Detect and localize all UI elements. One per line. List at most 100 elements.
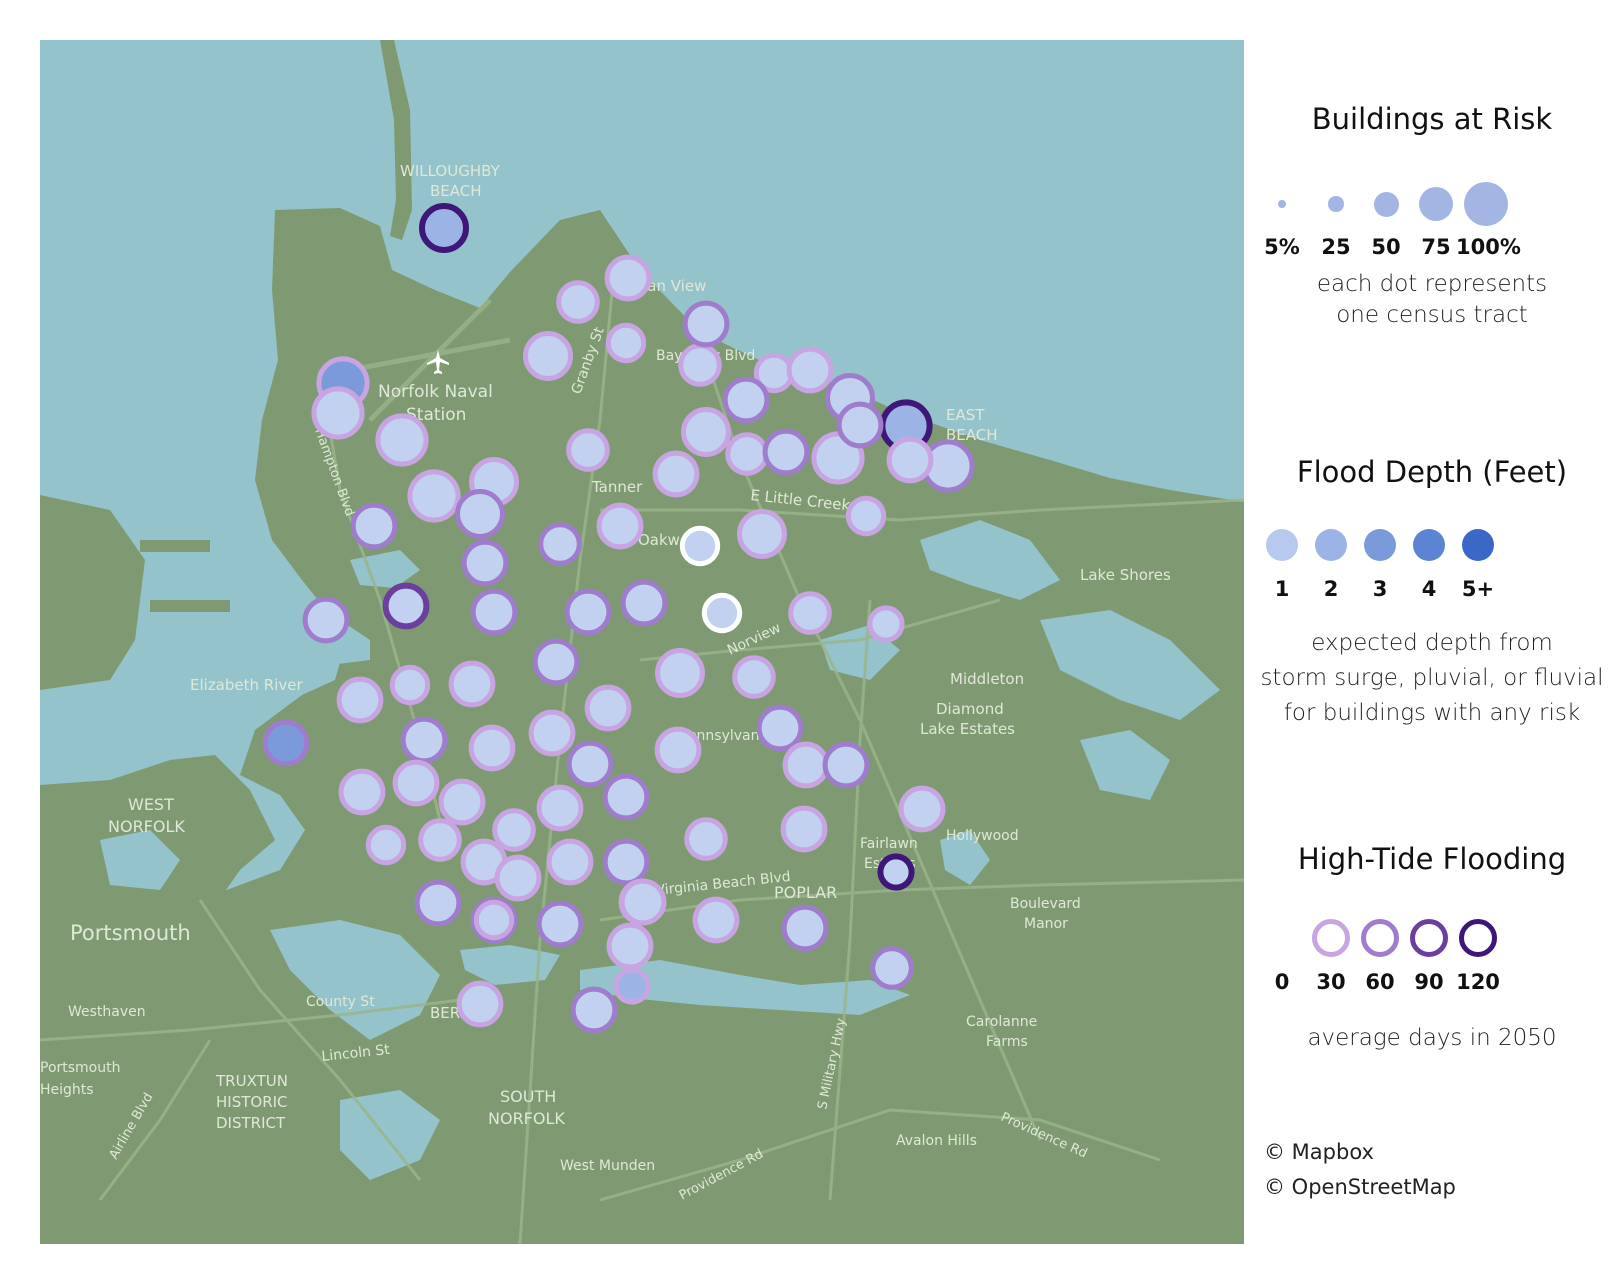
tract-dot[interactable] (692, 896, 740, 944)
tract-dot[interactable] (782, 741, 830, 789)
tract-dot[interactable] (389, 664, 431, 706)
tract-dot[interactable] (756, 704, 804, 752)
label-tanner: Tanner (591, 478, 643, 496)
tract-dot[interactable] (470, 588, 518, 636)
tract-dot[interactable] (455, 489, 505, 539)
tract-dot[interactable] (681, 407, 731, 457)
label-west-munden: West Munden (560, 1158, 655, 1174)
tract-dot[interactable] (414, 879, 462, 927)
tract-dot[interactable] (523, 331, 573, 381)
tract-dot[interactable] (652, 450, 700, 498)
tract-dot[interactable] (566, 740, 614, 788)
tract-dot[interactable] (781, 904, 829, 952)
tract-dot[interactable] (528, 709, 576, 757)
tract-dot[interactable] (538, 522, 582, 566)
tract-dot[interactable] (870, 946, 914, 990)
tract-dot[interactable] (701, 592, 743, 634)
buildings-legend-title: Buildings at Risk (1311, 102, 1553, 136)
tide-legend-ring (1263, 919, 1301, 957)
tract-dot[interactable] (532, 638, 580, 686)
depth-note-1: expected depth from (1311, 630, 1553, 656)
label-truxtun-2: HISTORIC (216, 1093, 288, 1111)
tract-dot[interactable] (786, 346, 834, 394)
tract-dot[interactable] (596, 502, 644, 550)
tract-dot[interactable] (473, 899, 515, 941)
tract-dot[interactable] (604, 254, 652, 302)
tract-dot[interactable] (602, 773, 650, 821)
tract-dot[interactable] (606, 922, 654, 970)
tract-dot[interactable] (536, 900, 584, 948)
tract-dot[interactable] (867, 605, 905, 643)
tract-dot[interactable] (392, 759, 440, 807)
tract-dot[interactable] (654, 726, 702, 774)
tract-dot[interactable] (822, 741, 870, 789)
osm-credit[interactable]: © OpenStreetMap (1264, 1175, 1456, 1199)
tract-dot[interactable] (375, 413, 429, 467)
tract-dot[interactable] (564, 588, 612, 636)
tract-dot[interactable] (678, 343, 722, 387)
label-portsmouth-heights-1: Portsmouth (40, 1060, 121, 1076)
tract-dot[interactable] (570, 986, 618, 1034)
tract-dot[interactable] (836, 401, 884, 449)
tract-dot[interactable] (400, 716, 448, 764)
tract-dot[interactable] (546, 838, 594, 886)
tract-dot[interactable] (556, 280, 600, 324)
tract-dot[interactable] (302, 596, 350, 644)
tract-dot[interactable] (311, 386, 365, 440)
tract-dot[interactable] (877, 853, 915, 891)
label-portsmouth-heights-2: Heights (40, 1082, 94, 1098)
tract-dot[interactable] (438, 778, 486, 826)
tract-dot[interactable] (613, 967, 651, 1005)
tract-dot[interactable] (780, 805, 828, 853)
tract-dot[interactable] (732, 655, 776, 699)
tract-dot[interactable] (456, 980, 504, 1028)
tract-dot[interactable] (407, 469, 461, 523)
tract-dot[interactable] (684, 817, 728, 861)
tract-dot[interactable] (262, 719, 310, 767)
tract-dot[interactable] (350, 502, 398, 550)
label-westhaven: Westhaven (68, 1004, 146, 1020)
tract-dot[interactable] (336, 676, 384, 724)
label-naval-1: Norfolk Naval (378, 382, 493, 402)
tract-dot[interactable] (682, 300, 730, 348)
size-legend-label: 5% (1264, 235, 1300, 259)
map-canvas[interactable]: WILLOUGHBYBEACHOcean ViewGranby StBay Vi… (40, 40, 1244, 1244)
buildings-note-2: one census tract (1336, 302, 1528, 328)
label-truxtun-1: TRUXTUN (215, 1072, 288, 1090)
depth-legend-dot (1364, 529, 1396, 561)
tract-dot[interactable] (722, 376, 770, 424)
mapbox-credit[interactable]: © Mapbox (1264, 1140, 1374, 1164)
tract-dot[interactable] (602, 838, 650, 886)
tract-dot[interactable] (448, 660, 496, 708)
tract-dot[interactable] (737, 509, 787, 559)
tract-dot[interactable] (620, 579, 668, 627)
tract-dot[interactable] (762, 428, 810, 476)
size-legend-dot (1278, 200, 1286, 208)
tract-dot[interactable] (788, 591, 832, 635)
tract-dot[interactable] (619, 878, 667, 926)
tract-dot[interactable] (845, 495, 887, 537)
tract-dot[interactable] (382, 582, 430, 630)
tract-dot[interactable] (494, 854, 542, 902)
tract-dot[interactable] (418, 818, 462, 862)
tide-note: average days in 2050 (1307, 1025, 1557, 1051)
tract-dot[interactable] (898, 785, 946, 833)
map-view[interactable]: WILLOUGHBYBEACHOcean ViewGranby StBay Vi… (40, 40, 1244, 1244)
size-legend-dot (1328, 196, 1344, 212)
tract-dot[interactable] (338, 768, 386, 816)
tract-dot[interactable] (566, 428, 610, 472)
tract-dot[interactable] (584, 684, 632, 732)
tract-dot[interactable] (365, 824, 407, 866)
tract-dot[interactable] (679, 525, 721, 567)
tract-dot[interactable] (468, 724, 516, 772)
label-west-norfolk: NORFOLK (108, 817, 185, 836)
tract-dot[interactable] (655, 648, 705, 698)
tract-dot[interactable] (419, 203, 469, 253)
tract-dot[interactable] (886, 436, 934, 484)
tract-dot[interactable] (461, 539, 509, 587)
tract-dot[interactable] (605, 322, 647, 364)
tract-dot[interactable] (725, 432, 769, 476)
tract-dot[interactable] (492, 808, 536, 852)
tract-dot[interactable] (536, 784, 584, 832)
label-fairlawn: Fairlawn (860, 836, 918, 852)
